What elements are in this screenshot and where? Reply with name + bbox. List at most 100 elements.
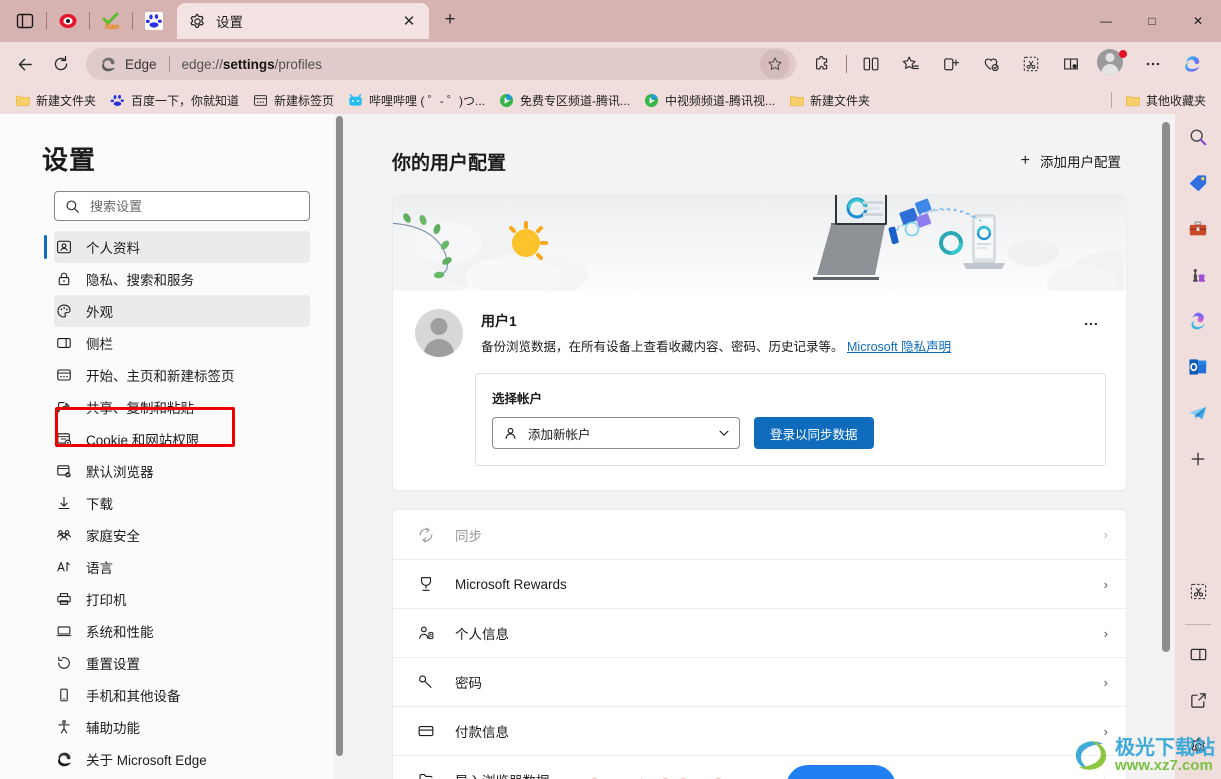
sidebar-item-appearance[interactable]: 外观 xyxy=(54,295,310,327)
sidebar-item-share-copy-paste[interactable]: 共享、复制和粘贴 xyxy=(54,391,310,423)
games-icon[interactable] xyxy=(1181,258,1215,292)
settings-row-import-browser-data[interactable]: 导入浏览器数据 › xyxy=(393,755,1126,779)
sidebar-item-sidebar[interactable]: 侧栏 xyxy=(54,327,310,359)
more-options-icon[interactable] xyxy=(1076,309,1106,339)
edge-logo-icon xyxy=(54,749,74,769)
add-icon[interactable] xyxy=(1181,442,1215,476)
search-icon[interactable] xyxy=(1181,120,1215,154)
sidebar-item-cookies-permissions[interactable]: Cookie 和网站权限 xyxy=(54,423,310,455)
add-profile-button[interactable]: + 添加用户配置 xyxy=(1015,146,1127,176)
gear-icon xyxy=(189,13,206,30)
profile-name: 用户1 xyxy=(481,311,1076,331)
popout-icon[interactable] xyxy=(1181,683,1215,717)
outlook-icon[interactable] xyxy=(1181,350,1215,384)
tools-icon[interactable] xyxy=(1181,212,1215,246)
sidebar-item-downloads[interactable]: 下载 xyxy=(54,487,310,519)
settings-row-sync[interactable]: 同步 › xyxy=(393,510,1126,559)
account-dropdown-value: 添加新帐户 xyxy=(528,424,717,443)
page-title: 设置 xyxy=(0,114,334,191)
sidebar-item-about-edge[interactable]: 关于 Microsoft Edge xyxy=(54,743,310,775)
settings-gear-icon[interactable] xyxy=(1181,729,1215,763)
shopping-tag-icon[interactable] xyxy=(1181,166,1215,200)
favorite-star-icon[interactable] xyxy=(760,49,790,79)
search-input[interactable] xyxy=(90,199,299,214)
sidebar-item-languages[interactable]: 语言 xyxy=(54,551,310,583)
split-pane-icon[interactable] xyxy=(1181,637,1215,671)
profile-avatar-icon[interactable] xyxy=(1097,49,1127,79)
chevron-right-icon: › xyxy=(1104,626,1108,641)
sidebar-item-profiles[interactable]: 个人资料 xyxy=(54,231,310,263)
address-bar[interactable]: Edge edge://settings/profiles xyxy=(86,48,796,80)
family-safety-icon xyxy=(54,525,74,545)
minimize-button[interactable]: — xyxy=(1083,0,1129,42)
profile-icon xyxy=(54,237,74,257)
back-arrow-icon[interactable] xyxy=(8,47,42,81)
divider xyxy=(169,56,170,72)
other-favorites-button[interactable]: 其他收藏夹 xyxy=(1118,89,1213,111)
collections-icon[interactable] xyxy=(934,47,968,81)
read-aloud-icon[interactable] xyxy=(1054,47,1088,81)
content-scrollbar[interactable] xyxy=(1162,122,1170,652)
settings-row-payment-info[interactable]: 付款信息 › xyxy=(393,706,1126,755)
settings-row-personal-info[interactable]: 个人信息 › xyxy=(393,608,1126,657)
browser-tab-settings[interactable]: 设置 ✕ xyxy=(177,3,429,39)
privacy-statement-link[interactable]: Microsoft 隐私声明 xyxy=(847,340,951,354)
refresh-icon[interactable] xyxy=(44,47,78,81)
pinned-tab-baidu-icon[interactable] xyxy=(139,6,169,36)
sidebar-item-privacy[interactable]: 隐私、搜索和服务 xyxy=(54,263,310,295)
settings-row-label: 个人信息 xyxy=(455,623,509,643)
sidebar-item-system-performance[interactable]: 系统和性能 xyxy=(54,615,310,647)
sidebar-item-label: 默认浏览器 xyxy=(86,461,154,481)
sidebar-item-start-home-newtab[interactable]: 开始、主页和新建标签页 xyxy=(54,359,310,391)
tab-actions-icon[interactable] xyxy=(10,6,40,36)
new-tab-button[interactable]: + xyxy=(435,5,465,35)
office-icon[interactable] xyxy=(1181,304,1215,338)
search-settings-box[interactable] xyxy=(54,191,310,221)
plus-icon: + xyxy=(1021,152,1030,170)
bookmark-item[interactable]: 新建文件夹 xyxy=(8,89,103,111)
screenshot-icon[interactable] xyxy=(1181,574,1215,608)
account-dropdown[interactable]: 添加新帐户 xyxy=(492,417,740,449)
sidebar-item-label: Cookie 和网站权限 xyxy=(86,429,199,449)
sidebar-item-phone-other-devices[interactable]: 手机和其他设备 xyxy=(54,679,310,711)
extensions-icon[interactable] xyxy=(805,47,839,81)
sidebar-scrollbar[interactable] xyxy=(336,116,343,756)
language-icon xyxy=(54,557,74,577)
sync-icon xyxy=(415,524,437,546)
bookmark-item[interactable]: 免费专区频道-腾讯... xyxy=(492,89,637,111)
profile-description: 备份浏览数据，在所有设备上查看收藏内容、密码、历史记录等。 Microsoft … xyxy=(481,338,1076,357)
sidebar-item-family-safety[interactable]: 家庭安全 xyxy=(54,519,310,551)
screenshot-icon[interactable] xyxy=(1014,47,1048,81)
maximize-button[interactable]: □ xyxy=(1129,0,1175,42)
bookmarks-bar: 新建文件夹 百度一下，你就知道 新建标签页 哔哩哔哩 ( ゜- ゜)つ... 免… xyxy=(0,86,1221,114)
sidebar-item-accessibility[interactable]: 辅助功能 xyxy=(54,711,310,743)
sidebar-item-label: 家庭安全 xyxy=(86,525,140,545)
settings-row-label: Microsoft Rewards xyxy=(455,577,567,592)
chevron-right-icon: › xyxy=(1104,724,1108,739)
sidebar-item-reset-settings[interactable]: 重置设置 xyxy=(54,647,310,679)
settings-row-passwords[interactable]: 密码 › xyxy=(393,657,1126,706)
settings-row-label: 导入浏览器数据 xyxy=(455,770,550,779)
bookmark-item[interactable]: 新建文件夹 xyxy=(782,89,877,111)
sign-in-sync-button[interactable]: 登录以同步数据 xyxy=(754,417,874,449)
bookmark-item[interactable]: 新建标签页 xyxy=(246,89,341,111)
split-screen-icon[interactable] xyxy=(854,47,888,81)
close-window-button[interactable]: ✕ xyxy=(1175,0,1221,42)
bookmark-item[interactable]: 百度一下，你就知道 xyxy=(103,89,246,111)
more-settings-icon[interactable] xyxy=(1136,47,1170,81)
sidebar-item-printers[interactable]: 打印机 xyxy=(54,583,310,615)
close-icon[interactable]: ✕ xyxy=(397,9,421,33)
sidebar-item-default-browser[interactable]: 默认浏览器 xyxy=(54,455,310,487)
pinned-tab-hao123-icon[interactable]: hao xyxy=(96,6,126,36)
telegram-icon[interactable] xyxy=(1181,396,1215,430)
browser-toolbar: Edge edge://settings/profiles xyxy=(0,42,1221,86)
bookmark-item[interactable]: 哔哩哔哩 ( ゜- ゜)つ... xyxy=(341,89,492,111)
settings-row-rewards[interactable]: Microsoft Rewards › xyxy=(393,559,1126,608)
copilot-icon[interactable] xyxy=(1176,47,1210,81)
bookmark-item[interactable]: 中视频频道-腾讯视... xyxy=(637,89,782,111)
printer-icon xyxy=(54,589,74,609)
favorites-icon[interactable] xyxy=(894,47,928,81)
pinned-tab-weibo-icon[interactable] xyxy=(53,6,83,36)
browser-essentials-icon[interactable] xyxy=(974,47,1008,81)
divider xyxy=(89,12,90,30)
